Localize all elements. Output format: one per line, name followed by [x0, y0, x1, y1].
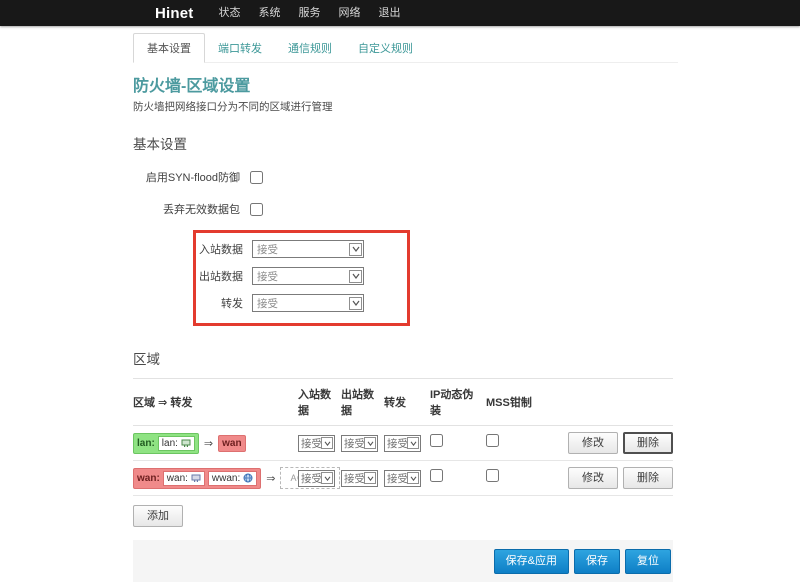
forward-policy-label: 转发: [196, 295, 243, 311]
wan-masquerade-checkbox[interactable]: [430, 469, 443, 482]
save-button[interactable]: 保存: [574, 549, 620, 574]
forward-policy-select[interactable]: 接受: [252, 294, 364, 312]
network-badge-wwan: wwan:: [208, 471, 257, 486]
highlight-rectangle: 入站数据 接受 出站数据 接受: [193, 230, 410, 326]
drop-invalid-row: 丢弃无效数据包: [133, 201, 678, 217]
tab-bar: 基本设置 端口转发 通信规则 自定义规则: [133, 33, 678, 63]
input-policy-row: 入站数据 接受: [196, 240, 398, 258]
header-forward: 转发: [384, 394, 427, 410]
lan-edit-button[interactable]: 修改: [568, 432, 618, 454]
input-policy-select[interactable]: 接受: [252, 240, 364, 258]
zones-table-header: 区域 ⇒ 转发 入站数据 出站数据 转发 IP动态伪装 MSS钳制: [133, 378, 673, 426]
menu-item-system[interactable]: 系统: [250, 0, 290, 26]
wan-edit-button[interactable]: 修改: [568, 467, 618, 489]
reset-button[interactable]: 复位: [625, 549, 671, 574]
zone-badge-lan: lan: lan:: [133, 433, 199, 454]
output-policy-row: 出站数据 接受: [196, 267, 398, 285]
tab-port-forwards[interactable]: 端口转发: [205, 34, 275, 62]
syn-flood-label: 启用SYN-flood防御: [133, 169, 240, 185]
save-apply-button[interactable]: 保存&应用: [494, 549, 569, 574]
input-policy-label: 入站数据: [196, 241, 243, 257]
lan-forward-select[interactable]: 接受: [384, 435, 421, 452]
top-menu: 状态 系统 服务 网络 退出: [210, 0, 410, 26]
wan-delete-button[interactable]: 删除: [623, 467, 673, 489]
brand-logo[interactable]: Hinet: [155, 5, 194, 22]
drop-invalid-label: 丢弃无效数据包: [133, 201, 240, 217]
forward-arrow: ⇒: [266, 472, 275, 485]
lan-output-select[interactable]: 接受: [341, 435, 378, 452]
output-policy-label: 出站数据: [196, 268, 243, 284]
lan-delete-button[interactable]: 删除: [623, 432, 673, 454]
wireless-icon: [243, 473, 253, 483]
ethernet-icon: [181, 439, 191, 448]
chevron-down-icon: [321, 472, 333, 484]
syn-flood-row: 启用SYN-flood防御: [133, 169, 678, 185]
chevron-down-icon: [407, 437, 419, 449]
menu-item-logout[interactable]: 退出: [370, 0, 410, 26]
wan-forward-select[interactable]: 接受: [384, 470, 421, 487]
header-input: 入站数据: [298, 386, 341, 418]
page-title: 防火墙-区域设置: [133, 72, 678, 96]
footer-action-bar: 保存&应用 保存 复位: [133, 540, 673, 582]
header-output: 出站数据: [341, 386, 384, 418]
menu-item-network[interactable]: 网络: [330, 0, 370, 26]
chevron-down-icon: [349, 297, 362, 310]
zones-legend: 区域: [133, 348, 678, 368]
chevron-down-icon: [364, 472, 376, 484]
wan-output-select[interactable]: 接受: [341, 470, 378, 487]
menu-item-status[interactable]: 状态: [210, 0, 250, 26]
zone-row-wan: wan: wan: wwan: ⇒ ACCEPT 接受: [133, 461, 673, 496]
output-policy-select[interactable]: 接受: [252, 267, 364, 285]
syn-flood-checkbox[interactable]: [250, 171, 263, 184]
ethernet-icon: [191, 474, 201, 483]
wan-mss-checkbox[interactable]: [486, 469, 499, 482]
forward-arrow: ⇒: [204, 437, 213, 450]
zone-badge-wan-target: wan: [218, 435, 245, 452]
main-content: 基本设置 端口转发 通信规则 自定义规则 防火墙-区域设置 防火墙把网络接口分为…: [0, 33, 678, 582]
chevron-down-icon: [349, 270, 362, 283]
header-masquerade: IP动态伪装: [427, 386, 483, 418]
wan-input-select[interactable]: 接受: [298, 470, 335, 487]
tab-general-settings[interactable]: 基本设置: [133, 33, 205, 63]
add-zone-button[interactable]: 添加: [133, 505, 183, 527]
chevron-down-icon: [364, 437, 376, 449]
chevron-down-icon: [321, 437, 333, 449]
lan-input-select[interactable]: 接受: [298, 435, 335, 452]
top-navbar: Hinet 状态 系统 服务 网络 退出: [0, 0, 800, 26]
lan-mss-checkbox[interactable]: [486, 434, 499, 447]
network-badge-lan: lan:: [158, 436, 195, 451]
network-badge-wan: wan:: [163, 471, 205, 486]
tab-traffic-rules[interactable]: 通信规则: [275, 34, 345, 62]
drop-invalid-checkbox[interactable]: [250, 203, 263, 216]
lan-masquerade-checkbox[interactable]: [430, 434, 443, 447]
zones-table: 区域 ⇒ 转发 入站数据 出站数据 转发 IP动态伪装 MSS钳制 lan: l…: [133, 378, 673, 496]
chevron-down-icon: [407, 472, 419, 484]
menu-item-services[interactable]: 服务: [290, 0, 330, 26]
basic-settings-legend: 基本设置: [133, 133, 678, 153]
header-zone-forward: 区域 ⇒ 转发: [133, 394, 298, 410]
tab-custom-rules[interactable]: 自定义规则: [345, 34, 426, 62]
header-mss-clamp: MSS钳制: [483, 394, 539, 410]
zone-badge-wan: wan: wan: wwan:: [133, 468, 261, 489]
page-subtitle: 防火墙把网络接口分为不同的区域进行管理: [133, 99, 678, 114]
chevron-down-icon: [349, 243, 362, 256]
forward-policy-row: 转发 接受: [196, 294, 398, 312]
